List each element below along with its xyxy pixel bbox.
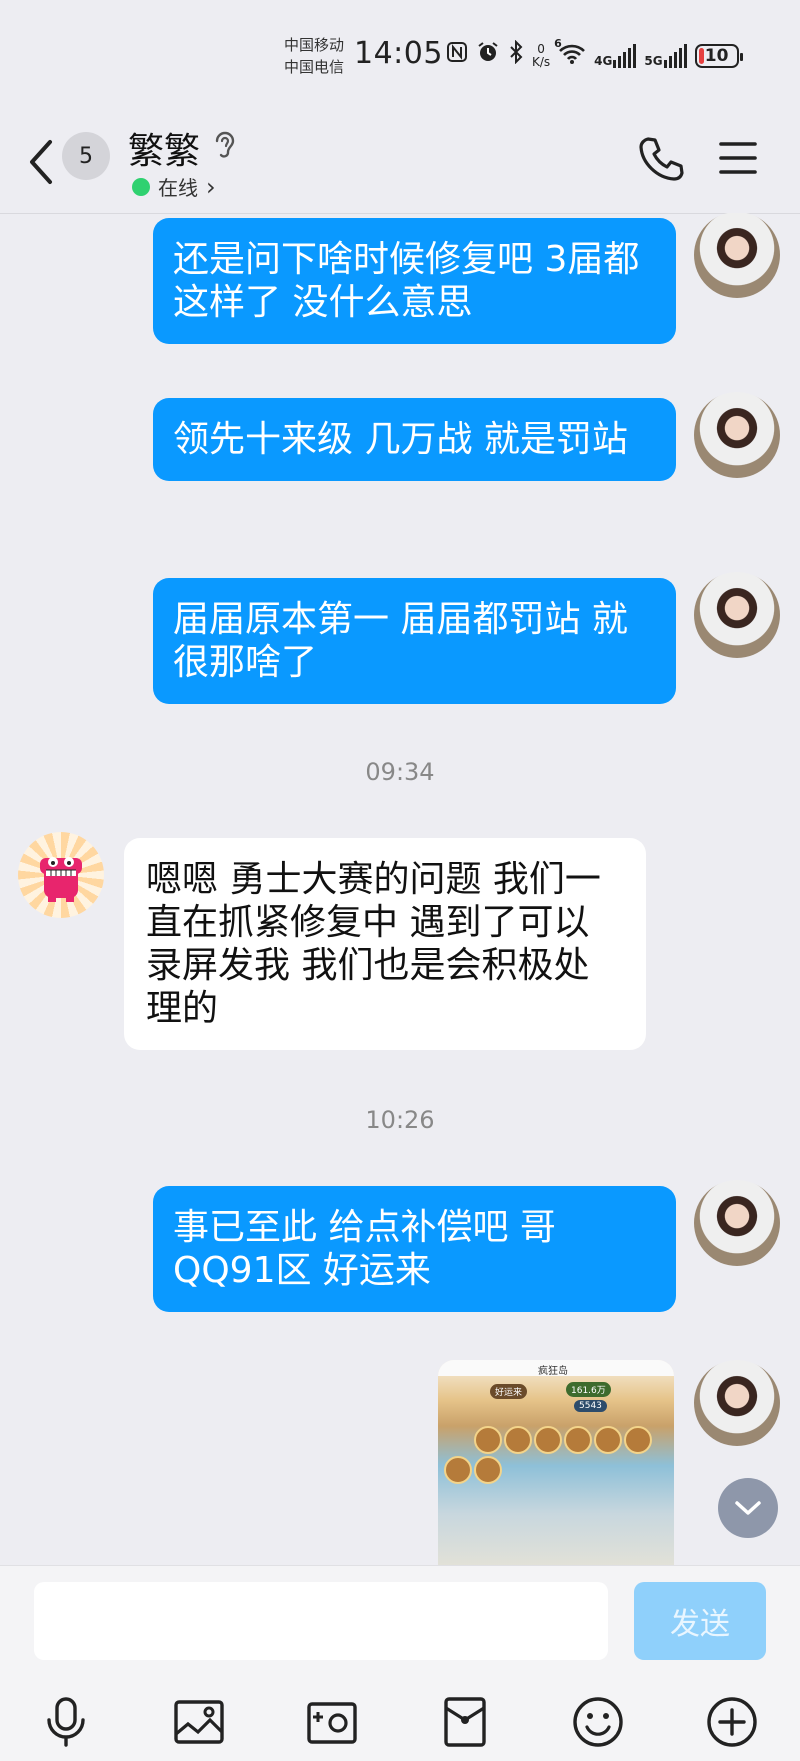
- online-dot-icon: [132, 177, 150, 196]
- message-bubble-outgoing[interactable]: 领先十来级 几万战 就是罚站: [153, 398, 676, 481]
- message-bubble-outgoing[interactable]: 还是问下啥时候修复吧 3届都这样了 没什么意思: [153, 218, 676, 344]
- phone-icon: [639, 137, 684, 181]
- image-icon: [174, 1700, 224, 1744]
- camera-button[interactable]: [304, 1694, 360, 1750]
- stat-power: 5543: [574, 1400, 607, 1412]
- network-speed: 0 K/s: [532, 41, 551, 69]
- game-menu-icon: [534, 1426, 562, 1454]
- status-time: 14:05: [354, 36, 443, 71]
- scroll-to-bottom-button[interactable]: [718, 1478, 778, 1538]
- input-bar: 发送: [0, 1565, 800, 1761]
- signal-1: 4G: [594, 43, 637, 68]
- bluetooth-icon: [508, 39, 524, 71]
- contact-name[interactable]: 繁繁: [128, 122, 200, 174]
- crocodile-avatar-icon: [40, 857, 82, 902]
- game-menu-icon: [474, 1456, 502, 1484]
- plus-icon: [707, 1697, 757, 1747]
- wifi-icon: 6: [554, 37, 586, 69]
- avatar-contact[interactable]: [18, 832, 104, 918]
- nfc-icon: [446, 41, 468, 70]
- chat-header: 5 繁繁 在线 ›: [0, 110, 800, 214]
- avatar-self[interactable]: [694, 572, 780, 658]
- call-button[interactable]: [636, 134, 686, 184]
- speed-unit: K/s: [532, 54, 551, 69]
- camera-icon: [307, 1702, 357, 1744]
- status-icons: 0 K/s 6 4G 5G 10: [446, 37, 743, 71]
- unread-count-badge[interactable]: 5: [62, 132, 110, 180]
- battery-icon: 10: [694, 43, 743, 68]
- back-button[interactable]: [20, 134, 64, 190]
- speed-value: 0: [537, 41, 545, 56]
- voice-button[interactable]: [38, 1694, 94, 1750]
- red-packet-button[interactable]: [437, 1694, 493, 1750]
- more-button[interactable]: [704, 1694, 760, 1750]
- carrier-1: 中国移动: [284, 36, 345, 54]
- signal-2: 5G: [644, 43, 687, 68]
- timestamp: 09:34: [365, 758, 435, 786]
- emoji-button[interactable]: [570, 1694, 626, 1750]
- message-list[interactable]: 还是问下啥时候修复吧 3届都这样了 没什么意思 领先十来级 几万战 就是罚站 届…: [0, 213, 800, 1565]
- game-title: 疯狂岛: [538, 1366, 568, 1377]
- stat-gold: 161.6万: [566, 1382, 611, 1397]
- game-menu-icon: [624, 1426, 652, 1454]
- wifi-label: 6: [554, 36, 562, 50]
- game-menu-icon: [474, 1426, 502, 1454]
- message-bubble-incoming[interactable]: 嗯嗯 勇士大赛的问题 我们一直在抓紧修复中 遇到了可以录屏发我 我们也是会积极处…: [124, 838, 646, 1050]
- image-message[interactable]: 疯狂岛 好运来 161.6万 5543: [438, 1360, 674, 1565]
- carrier-labels: 中国移动 中国电信: [284, 34, 344, 78]
- red-packet-icon: [444, 1697, 486, 1747]
- message-input[interactable]: [34, 1582, 608, 1660]
- signal-bars-2: [663, 43, 687, 68]
- game-menu-icon: [504, 1426, 532, 1454]
- menu-icon: [719, 142, 757, 174]
- player-name: 好运来: [490, 1384, 528, 1399]
- game-menu-icon: [444, 1456, 472, 1484]
- mic-icon: [47, 1697, 85, 1747]
- emoji-icon: [573, 1697, 623, 1747]
- gallery-button[interactable]: [171, 1694, 227, 1750]
- message-bubble-outgoing[interactable]: 事已至此 给点补偿吧 哥 QQ91区 好运来: [153, 1186, 676, 1312]
- avatar-self[interactable]: [694, 392, 780, 478]
- game-menu-icon: [564, 1426, 592, 1454]
- menu-button[interactable]: [718, 140, 758, 176]
- presence-label: 在线: [158, 176, 198, 200]
- timestamp: 10:26: [365, 1106, 435, 1134]
- chevron-left-icon: [30, 140, 52, 184]
- presence-arrow: ›: [206, 172, 216, 201]
- message-bubble-outgoing[interactable]: 届届原本第一 届届都罚站 就很那啥了: [153, 578, 676, 704]
- chevron-down-icon: [735, 1501, 761, 1515]
- send-button[interactable]: 发送: [634, 1582, 766, 1660]
- ear-icon[interactable]: [212, 128, 238, 162]
- avatar-self[interactable]: [694, 1180, 780, 1266]
- avatar-self[interactable]: [694, 1360, 780, 1446]
- net-type-2: 5G: [644, 53, 663, 68]
- avatar-self[interactable]: [694, 213, 780, 298]
- battery-level: 10: [704, 45, 729, 66]
- game-menu-icon: [594, 1426, 622, 1454]
- carrier-2: 中国电信: [284, 58, 345, 76]
- status-bar: 中国移动 中国电信 14:05 0 K/s 6 4G 5G 10: [0, 0, 800, 110]
- net-type-1: 4G: [594, 53, 613, 68]
- alarm-icon: [476, 40, 500, 71]
- signal-bars-1: [613, 43, 637, 68]
- presence-status[interactable]: 在线 ›: [132, 172, 216, 201]
